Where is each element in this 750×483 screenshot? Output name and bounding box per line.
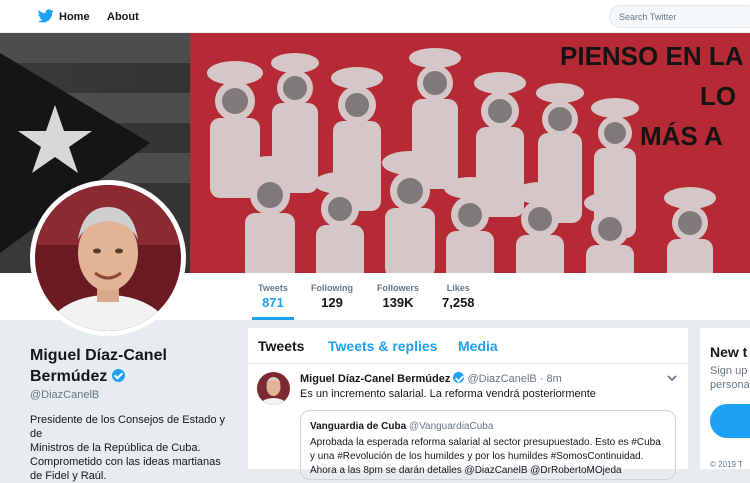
stat-followers-label: Followers <box>377 283 420 293</box>
verified-badge-icon <box>453 372 465 383</box>
twitter-bird-icon[interactable] <box>38 9 54 23</box>
nav-home-link[interactable]: Home <box>59 0 90 33</box>
profile-handle[interactable]: @DiazCanelB <box>30 389 235 401</box>
stat-followers[interactable]: Followers 139K <box>377 283 419 310</box>
signup-card-subtitle: Sign up personal <box>710 364 750 392</box>
quoted-tweet[interactable]: Vanguardia de Cuba @VanguardiaCuba Aprob… <box>300 410 676 480</box>
quoted-tweet-text: Aprobada la esperada reforma salarial al… <box>310 436 666 478</box>
quoted-text-line: Ahora a las 8pm se darán detalles @DiazC… <box>310 465 622 476</box>
stat-likes-value: 7,258 <box>442 295 475 310</box>
bio-line: Presidente de los Consejos de Estado y d… <box>30 414 226 440</box>
chevron-down-icon[interactable] <box>666 372 678 384</box>
tweet-author-avatar[interactable] <box>257 372 290 405</box>
tab-media[interactable]: Media <box>458 338 498 354</box>
top-navigation-bar: Home About Search Twitter <box>0 0 750 33</box>
banner-headline-line1: PIENSO EN LA <box>560 41 744 71</box>
signup-subtitle-line: personal <box>710 379 750 391</box>
stat-likes[interactable]: Likes 7,258 <box>442 283 475 310</box>
profile-name-line2-wrap: Bermúdez <box>30 366 235 387</box>
signup-subtitle-line: Sign up <box>710 365 748 377</box>
timeline-tabs: Tweets Tweets & replies Media <box>248 328 688 364</box>
profile-info: Miguel Díaz-Canel Bermúdez @DiazCanelB P… <box>30 345 235 483</box>
quoted-author-name: Vanguardia de Cuba <box>310 421 407 432</box>
banner-headline-line2: LO <box>700 81 736 111</box>
tweet-author-name[interactable]: Miguel Díaz-Canel Bermúdez <box>300 373 450 385</box>
profile-name-line1: Miguel Díaz-Canel <box>30 347 167 364</box>
banner-headline-line3: MÁS A <box>640 121 723 151</box>
profile-avatar[interactable] <box>30 180 186 336</box>
search-input[interactable]: Search Twitter <box>609 5 750 28</box>
tab-tweets-and-replies[interactable]: Tweets & replies <box>328 338 437 354</box>
signup-card: New t Sign up personal <box>700 328 750 469</box>
timeline-panel: Tweets Tweets & replies Media Miguel Día… <box>248 328 688 480</box>
stat-following-value: 129 <box>321 295 343 310</box>
tweet-author-handle[interactable]: @DiazCanelB <box>467 373 536 385</box>
quoted-author-handle: @VanguardiaCuba <box>408 421 494 432</box>
quoted-text-line: y una #Revolución de los humildes y por … <box>310 451 644 462</box>
verified-badge-icon <box>111 369 125 382</box>
profile-name-line2: Bermúdez <box>30 368 108 385</box>
stat-likes-label: Likes <box>446 283 470 293</box>
tweet-avatar-photo <box>257 372 290 405</box>
tweet-text: Es un incremento salarial. La reforma ve… <box>300 388 596 400</box>
quoted-text-line: Aprobada la esperada reforma salarial al… <box>310 437 661 448</box>
nav-about-link[interactable]: About <box>107 0 139 33</box>
tab-tweets[interactable]: Tweets <box>258 338 304 354</box>
profile-bio: Presidente de los Consejos de Estado y d… <box>30 413 235 483</box>
stat-tweets-value: 871 <box>262 295 284 310</box>
signup-card-title: New t <box>710 344 748 360</box>
bio-line: Comprometido con las ideas martianas <box>30 456 221 468</box>
avatar-photo <box>35 185 181 331</box>
copyright-text: © 2019 T <box>710 460 743 469</box>
tweet-header: Miguel Díaz-Canel Bermúdez @DiazCanelB ·… <box>300 372 562 385</box>
bio-line: Ministros de la República de Cuba. <box>30 442 201 454</box>
tweet-time-separator: · <box>539 373 544 385</box>
stat-followers-value: 139K <box>382 295 414 310</box>
stat-following[interactable]: Following 129 <box>311 283 353 310</box>
quoted-tweet-header: Vanguardia de Cuba @VanguardiaCuba <box>310 421 666 432</box>
bio-line: de Fidel y Raúl. <box>30 470 107 482</box>
stat-following-label: Following <box>311 283 353 293</box>
stat-tweets-label: Tweets <box>258 283 288 293</box>
signup-button[interactable] <box>710 404 750 438</box>
stat-tweets[interactable]: Tweets 871 <box>252 283 294 320</box>
tweet-timestamp[interactable]: 8m <box>547 373 562 385</box>
tweet-item[interactable]: Miguel Díaz-Canel Bermúdez @DiazCanelB ·… <box>248 364 688 480</box>
